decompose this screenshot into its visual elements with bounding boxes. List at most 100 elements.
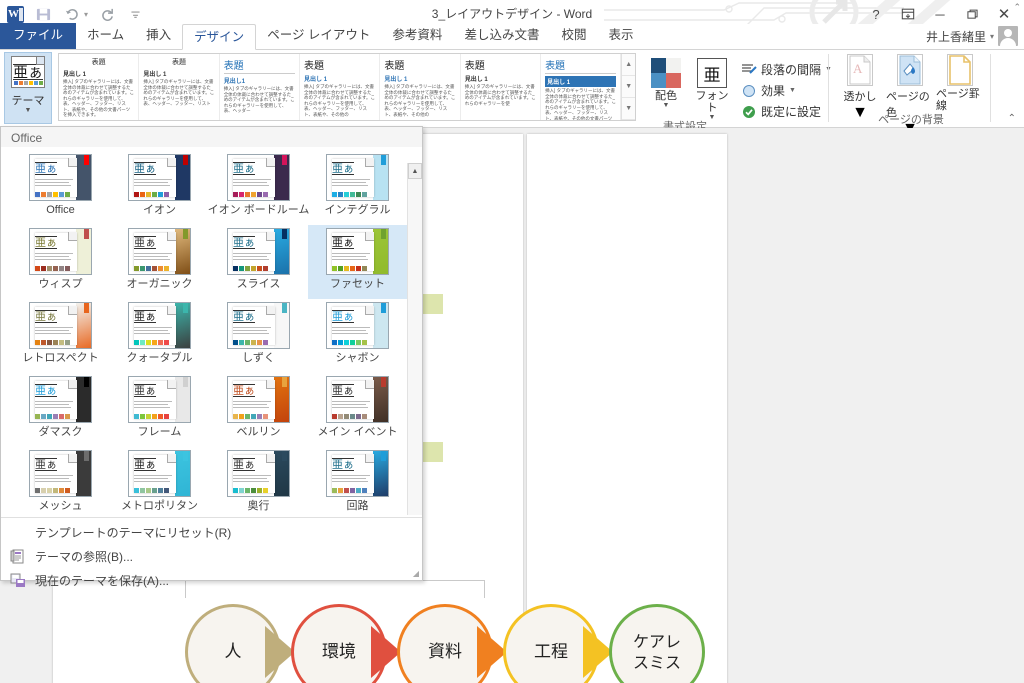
theme-item[interactable]: 亜ぁ レトロスペクト xyxy=(11,299,110,373)
user-account[interactable]: 井上香緒里 ▾ xyxy=(926,26,1018,46)
theme-thumbnail: 亜ぁ xyxy=(326,154,389,201)
restore-button[interactable] xyxy=(956,2,988,26)
avatar[interactable] xyxy=(998,26,1018,46)
tab-view[interactable]: 表示 xyxy=(597,23,644,49)
smartart-node[interactable]: 環境 xyxy=(291,604,401,683)
theme-gallery-scrollbar[interactable]: ▲ ▼ xyxy=(407,163,422,515)
themes-button[interactable]: 亜ぁ テーマ ▼ xyxy=(4,52,52,124)
theme-thumb-lines xyxy=(134,475,176,482)
undo-icon[interactable] xyxy=(62,5,80,23)
gallery-item-title: 表題 xyxy=(545,57,617,74)
ribbon-display-options-icon[interactable] xyxy=(892,2,924,26)
close-button[interactable]: ✕ xyxy=(988,2,1020,26)
word-logo-icon[interactable] xyxy=(7,5,24,23)
quick-access-toolbar[interactable]: ▾ xyxy=(0,5,144,23)
theme-thumb-char: 亜ぁ xyxy=(134,384,156,397)
fonts-button[interactable]: 亜 フォント ▼ xyxy=(691,58,733,121)
theme-item[interactable]: 亜ぁ フレーム xyxy=(110,373,209,447)
undo-dropdown-icon[interactable]: ▾ xyxy=(84,10,88,19)
theme-item[interactable]: 亜ぁ スライス xyxy=(209,225,308,299)
theme-item[interactable]: 亜ぁ 回路 xyxy=(308,447,407,515)
style-gallery-item[interactable]: 表題 見出し 1 挿入] タブのギャラリーには、文書全体の体裁に合わせて調整する… xyxy=(380,54,461,120)
tab-file[interactable]: ファイル xyxy=(0,23,77,49)
theme-item[interactable]: 亜ぁ インテグラル xyxy=(308,151,407,225)
theme-item[interactable]: 亜ぁ しずく xyxy=(209,299,308,373)
style-gallery-item[interactable]: 表題 見出し 1 挿入] タブのギャラリーには、文書全体の体裁に合わせて調整する… xyxy=(300,54,381,120)
smartart-node[interactable]: 人 xyxy=(185,604,295,683)
help-button[interactable]: ? xyxy=(860,2,892,26)
theme-color-swatches xyxy=(35,340,70,345)
window-controls[interactable]: ? ─ ✕ xyxy=(860,0,1020,28)
smartart-node[interactable]: ケアレ スミス xyxy=(609,604,717,683)
theme-item[interactable]: 亜ぁ ウィスプ xyxy=(11,225,110,299)
theme-item[interactable]: 亜ぁ メッシュ xyxy=(11,447,110,515)
gallery-scroll-up[interactable]: ▲ xyxy=(622,54,635,76)
tab-insert[interactable]: 挿入 xyxy=(135,23,182,49)
theme-item[interactable]: 亜ぁ ベルリン xyxy=(209,373,308,447)
theme-item[interactable]: 亜ぁ Office xyxy=(11,151,110,225)
theme-item[interactable]: 亜ぁ 奥行 xyxy=(209,447,308,515)
smartart-node[interactable]: 資料 xyxy=(397,604,507,683)
theme-item[interactable]: 亜ぁ メトロポリタン xyxy=(110,447,209,515)
collapse-ribbon-button[interactable]: ⌃ xyxy=(1008,113,1016,124)
theme-item[interactable]: 亜ぁ ファセット xyxy=(308,225,407,299)
menu-save-current-theme[interactable]: 現在のテーマを保存(A)... xyxy=(1,568,422,592)
theme-item[interactable]: 亜ぁ メイン イベント xyxy=(308,373,407,447)
theme-thumb-lines xyxy=(332,253,374,260)
browse-icon xyxy=(9,547,27,565)
theme-item[interactable]: 亜ぁ イオン ボードルーム xyxy=(208,151,309,225)
menu-browse-for-themes[interactable]: テーマの参照(B)... xyxy=(1,544,422,568)
theme-thumb-lines xyxy=(332,475,374,482)
gallery-scroll-controls[interactable]: ▲ ▼ ▼ xyxy=(621,54,635,120)
style-gallery-item[interactable]: 表題 見出し 1 挿入] タブのギャラリーには、文書全体の体裁に合わせて調整する… xyxy=(59,54,140,120)
theme-item[interactable]: 亜ぁ クォータブル xyxy=(110,299,209,373)
style-set-gallery[interactable]: 表題 見出し 1 挿入] タブのギャラリーには、文書全体の体裁に合わせて調整する… xyxy=(58,53,636,121)
minimize-button[interactable]: ─ xyxy=(924,2,956,26)
tab-page-layout[interactable]: ページ レイアウト xyxy=(256,23,381,49)
customize-qat-icon[interactable] xyxy=(126,5,144,23)
spacer-icon xyxy=(9,523,27,541)
save-icon[interactable] xyxy=(34,5,52,23)
smartart-node[interactable]: 工程 xyxy=(503,604,613,683)
menu-reset-to-template-theme[interactable]: テンプレートのテーマにリセット(R) xyxy=(1,520,422,544)
theme-thumbnail: 亜ぁ xyxy=(128,450,191,497)
theme-thumb-accent xyxy=(183,155,188,165)
colors-button[interactable]: 配色 ▼ xyxy=(645,58,687,109)
smartart-graphic[interactable]: 人 環境 資料 工程 ケアレ スミス xyxy=(185,580,745,683)
theme-item-label: レトロスペクト xyxy=(22,352,99,364)
chevron-down-icon[interactable]: ▼ xyxy=(789,87,796,94)
resize-grip-icon[interactable]: ◢ xyxy=(413,569,419,578)
style-gallery-item[interactable]: 表題 見出し 1 挿入] タブのギャラリーには、文書全体の体裁に合わせて調整する… xyxy=(460,54,542,120)
gallery-item-heading: 見出し 1 xyxy=(143,72,167,78)
chevron-down-icon[interactable]: ▼ xyxy=(663,102,670,109)
tab-design[interactable]: デザイン xyxy=(182,24,257,50)
chevron-down-icon[interactable]: ▼ xyxy=(25,107,32,114)
gallery-item-heading: 見出し 1 xyxy=(384,77,408,83)
gallery-scroll-down[interactable]: ▼ xyxy=(622,76,635,98)
tab-review[interactable]: 校閲 xyxy=(550,23,597,49)
tab-home[interactable]: ホーム xyxy=(76,23,135,49)
scroll-up-button[interactable]: ▲ xyxy=(408,163,422,179)
paragraph-spacing-button[interactable]: 段落の間隔 ▼ xyxy=(741,59,832,80)
theme-item[interactable]: 亜ぁ イオン xyxy=(110,151,209,225)
theme-thumb-accent xyxy=(183,451,188,461)
save-theme-icon xyxy=(9,571,27,589)
theme-dropdown-gallery[interactable]: Office 亜ぁ Office 亜ぁ イオン 亜ぁ イオン ボードルーム 亜ぁ インテグラル… xyxy=(0,126,423,588)
chevron-down-icon[interactable]: ▾ xyxy=(990,32,994,41)
effects-button[interactable]: 効果 ▼ xyxy=(741,80,832,101)
style-gallery-item[interactable]: 表題 見出し1 挿入] タブのギャラリーには、文書全体の体裁に合わせて調整するた… xyxy=(219,54,301,120)
style-gallery-item[interactable]: 表題 見出し 1 挿入] タブのギャラリーには、文書全体の体裁に合わせて調整する… xyxy=(139,54,220,120)
style-gallery-item[interactable]: 表題 見出し 1 挿入] タブのギャラリーには、文書全体の体裁に合わせて調整する… xyxy=(541,54,622,120)
theme-thumb-accent xyxy=(282,303,287,313)
theme-item[interactable]: 亜ぁ ダマスク xyxy=(11,373,110,447)
tab-mailings[interactable]: 差し込み文書 xyxy=(453,23,550,49)
gallery-more-button[interactable]: ▼ xyxy=(622,98,635,120)
theme-item-label: 回路 xyxy=(346,500,369,512)
gallery-item-heading: 見出し 1 xyxy=(545,76,617,87)
theme-item[interactable]: 亜ぁ シャボン xyxy=(308,299,407,373)
theme-item[interactable]: 亜ぁ オーガニック xyxy=(110,225,209,299)
page-fold-icon xyxy=(266,380,275,389)
redo-icon[interactable] xyxy=(98,5,116,23)
theme-thumb-lines xyxy=(233,253,275,260)
tab-references[interactable]: 参考資料 xyxy=(381,23,453,49)
